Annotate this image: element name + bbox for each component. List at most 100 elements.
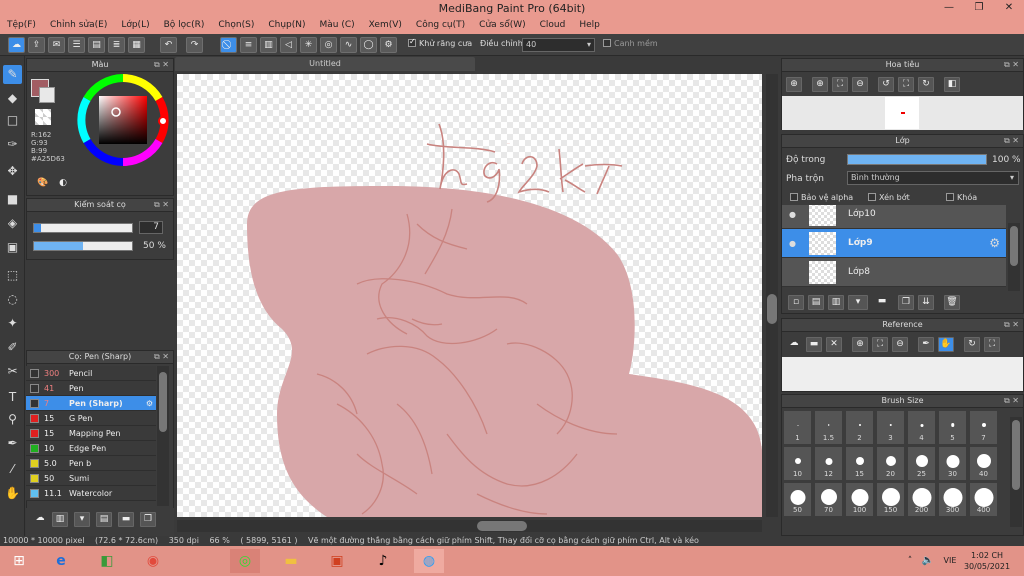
menu-help[interactable]: Help [572, 18, 607, 34]
brush-copy-icon[interactable]: ❐ [140, 512, 156, 527]
gradient-tool-icon[interactable]: ▣ [3, 238, 22, 257]
operation-tool-icon[interactable]: ⚲ [3, 410, 22, 429]
chrome-icon[interactable]: ◉ [138, 549, 168, 573]
layer-row[interactable]: ● Lớp10 [782, 205, 1006, 229]
layer-opacity-slider[interactable] [847, 154, 987, 165]
brush-size-value[interactable]: 7 [139, 221, 163, 234]
close-button[interactable]: ✕ [994, 0, 1024, 18]
menu-view[interactable]: Xem(V) [362, 18, 409, 34]
panel-menu-icon[interactable]: ⧉ ✕ [154, 351, 169, 363]
brush-item[interactable]: 15 Mapping Pen [26, 426, 156, 441]
protect-alpha-option[interactable]: Bảo vệ alpha [790, 193, 853, 202]
settings-snap-icon[interactable]: ⚙ [380, 37, 397, 53]
undo-icon[interactable]: ↶ [160, 37, 177, 53]
brush-size-cell[interactable]: 50 [784, 483, 811, 516]
canvas-vertical-scrollbar[interactable] [766, 74, 778, 517]
lock-checkbox[interactable] [946, 193, 954, 201]
ellipse-snap-icon[interactable]: ◯ [360, 37, 377, 53]
canvas-horizontal-scrollbar[interactable] [177, 520, 762, 532]
panel-menu-icon[interactable]: ⧉ ✕ [1004, 59, 1019, 71]
drawing-canvas[interactable]: hg2k7 [177, 74, 762, 517]
ref-eyedropper-icon[interactable]: ✒ [918, 337, 934, 352]
comment-icon[interactable]: ✉ [48, 37, 65, 53]
brush-size-cell[interactable]: 30 [939, 447, 966, 480]
brush-size-cell[interactable]: 200 [908, 483, 935, 516]
menu-cloud[interactable]: Cloud [533, 18, 573, 34]
canh-mem-option[interactable]: Canh mềm [603, 39, 658, 48]
new-1bit-layer-icon[interactable]: ▥ [828, 295, 844, 310]
correction-select[interactable]: 40 ▾ [522, 38, 595, 52]
menu-tools[interactable]: Công cụ(T) [409, 18, 472, 34]
eraser-tool-icon[interactable]: ◆ [3, 89, 22, 108]
line-tool-icon[interactable]: ✑ [3, 135, 22, 154]
brush-size-cell[interactable]: 5 [939, 411, 966, 444]
move-tool-icon[interactable]: ✥ [3, 162, 22, 181]
menu-window[interactable]: Cửa sổ(W) [472, 18, 532, 34]
parallel-snap-icon[interactable]: ≡ [240, 37, 257, 53]
antialias-option[interactable]: Khử răng cưa [408, 37, 472, 48]
canvas-vscroll-thumb[interactable] [767, 294, 777, 324]
vanishing-snap-icon[interactable]: ◁ [280, 37, 297, 53]
zoom-out-icon[interactable]: ⊖ [852, 77, 868, 92]
bluestacks-icon[interactable]: ◧ [92, 549, 122, 573]
brush-import-icon[interactable]: ▥ [52, 512, 68, 527]
panel-menu-icon[interactable]: ⧉ ✕ [1004, 395, 1019, 407]
gear-icon[interactable]: ⚙ [989, 236, 1000, 250]
brush-item[interactable]: 5.0 Pen b [26, 456, 156, 471]
rotate-left-icon[interactable]: ↺ [878, 77, 894, 92]
ref-fit-icon[interactable]: ⛶ [872, 337, 888, 352]
eye-icon[interactable]: ● [789, 210, 796, 219]
cloud-icon[interactable]: ☁ [8, 37, 25, 53]
brush-size-cell[interactable]: 1.5 [815, 411, 842, 444]
menu-color[interactable]: Màu (C) [313, 18, 362, 34]
delete-layer-icon[interactable]: 🗑 [944, 295, 960, 310]
ie-icon[interactable]: e [46, 549, 76, 573]
color-settings-icon[interactable]: ◐ [55, 177, 71, 192]
brush-size-cell[interactable]: 40 [970, 447, 997, 480]
ref-rotate-icon[interactable]: ↻ [964, 337, 980, 352]
windows-start-icon[interactable]: ⊞ [4, 549, 34, 573]
select-rect-tool-icon[interactable]: ⬚ [3, 266, 22, 285]
secondary-color-swatch[interactable] [39, 87, 55, 103]
navigator-thumbnail[interactable] [885, 97, 919, 129]
add-brush-icon[interactable]: ▾ [74, 512, 90, 527]
brush-item-selected[interactable]: 7 Pen (Sharp) ⚙ [26, 396, 156, 411]
brush-size-cell[interactable]: 400 [970, 483, 997, 516]
brush-tool-icon[interactable]: ✎ [3, 65, 22, 84]
eye-icon[interactable]: ● [789, 239, 796, 248]
blend-select[interactable]: Bình thường ▾ [847, 171, 1019, 185]
tray-arrow-icon[interactable]: ˄ [900, 549, 920, 573]
menu-layer[interactable]: Lớp(L) [114, 18, 156, 34]
clipping-checkbox[interactable] [868, 193, 876, 201]
layer-list-scrollbar[interactable] [1008, 223, 1020, 291]
merge-layer-icon[interactable]: ⇊ [918, 295, 934, 310]
select-eraser-tool-icon[interactable]: ✂ [3, 362, 22, 381]
clipping-option[interactable]: Xén bớt [868, 193, 910, 202]
fill-rect-tool-icon[interactable]: ■ [3, 190, 22, 209]
menu-select[interactable]: Chọn(S) [211, 18, 261, 34]
restore-button[interactable]: ❐ [964, 0, 994, 18]
brush-list-scroll-thumb[interactable] [159, 372, 167, 432]
brush-size-cell[interactable]: 1 [784, 411, 811, 444]
clock[interactable]: 1:02 CH 30/05/2021 [962, 550, 1012, 572]
antialias-checkbox[interactable] [408, 37, 416, 47]
palette-icon[interactable]: 🎨 [35, 177, 51, 192]
brush-opacity-slider[interactable] [33, 241, 133, 251]
rotate-right-icon[interactable]: ↻ [918, 77, 934, 92]
paint-app-icon[interactable]: ◍ [414, 549, 444, 573]
select-pen-tool-icon[interactable]: ✐ [3, 338, 22, 357]
volume-icon[interactable]: 🔈 [918, 549, 938, 573]
layer-scroll-thumb[interactable] [1010, 226, 1018, 266]
brush-size-scrollbar[interactable] [1010, 417, 1022, 527]
transparent-swatch[interactable] [35, 109, 51, 125]
canh-mem-checkbox[interactable] [603, 39, 611, 47]
brush-size-cell[interactable]: 25 [908, 447, 935, 480]
menu-filter[interactable]: Bộ lọc(R) [157, 18, 212, 34]
brush-size-cell[interactable]: 3 [877, 411, 904, 444]
menu-snap[interactable]: Chụp(N) [261, 18, 312, 34]
reference-view[interactable] [782, 357, 1023, 391]
open-folder-icon[interactable]: ▬ [806, 337, 822, 352]
ref-zoom-in-icon[interactable]: ⊕ [852, 337, 868, 352]
ref-hand-icon[interactable]: ✋ [938, 337, 954, 352]
brush-size-cell[interactable]: 4 [908, 411, 935, 444]
